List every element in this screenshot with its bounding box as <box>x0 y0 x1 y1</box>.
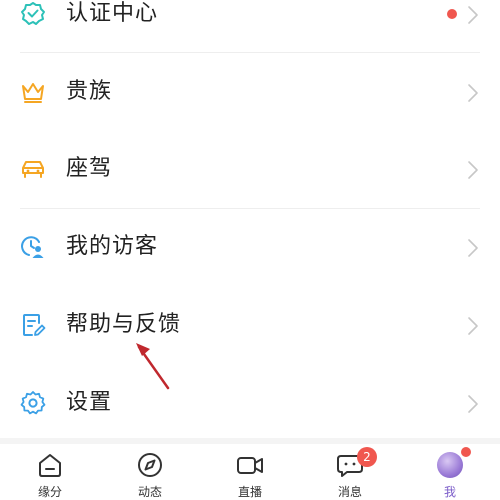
feedback-edit-icon <box>23 314 46 336</box>
menu-item-nobility[interactable]: 贵族 <box>0 54 500 132</box>
verified-badge-icon <box>21 2 45 25</box>
unread-badge: 2 <box>357 447 377 467</box>
tab-label: 缘分 <box>37 485 62 499</box>
tab-zhibo[interactable]: 直播 <box>200 444 300 500</box>
gear-icon <box>20 391 46 415</box>
menu-item-settings[interactable]: 设置 <box>0 365 500 443</box>
crown-icon <box>22 83 44 103</box>
notification-dot <box>461 447 471 457</box>
menu-item-label: 我的访客 <box>66 234 159 259</box>
chevron-right-icon <box>468 395 478 413</box>
tab-dongtai[interactable]: 动态 <box>100 444 200 500</box>
chevron-right-icon <box>468 84 478 102</box>
home-icon <box>39 454 61 477</box>
tab-label: 直播 <box>237 485 262 499</box>
menu-item-label: 贵族 <box>66 79 113 104</box>
tab-xiaoxi[interactable]: 2 消息 <box>300 444 400 500</box>
chevron-right-icon <box>468 317 478 335</box>
video-camera-icon <box>237 457 263 474</box>
menu-item-label: 认证中心 <box>66 1 159 26</box>
menu-item-label: 帮助与反馈 <box>66 312 182 337</box>
divider <box>20 52 480 53</box>
tab-label: 我 <box>443 485 456 499</box>
tab-label: 动态 <box>137 485 162 499</box>
menu-item-vehicle[interactable]: 座驾 <box>0 131 500 209</box>
tab-label: 消息 <box>337 485 362 499</box>
tab-wo[interactable]: 我 <box>400 444 500 500</box>
tab-yuanfen[interactable]: 缘分 <box>0 444 100 500</box>
car-icon <box>22 161 44 178</box>
menu-item-label: 座驾 <box>66 156 113 181</box>
compass-icon <box>138 453 162 477</box>
bottom-tab-bar: 缘分 动态 直播 2 消息 我 <box>0 444 500 500</box>
chevron-right-icon <box>468 6 478 24</box>
menu-item-label: 设置 <box>66 390 113 415</box>
chevron-right-icon <box>468 239 478 257</box>
profile-menu: 认证中心 贵族 座驾 我的访客 帮助与反馈 设置 <box>0 0 500 442</box>
menu-item-help-feedback[interactable]: 帮助与反馈 <box>0 287 500 365</box>
chevron-right-icon <box>468 161 478 179</box>
visitor-clock-icon <box>21 236 44 258</box>
notification-dot <box>447 9 457 19</box>
avatar <box>437 452 463 478</box>
menu-item-certification-center[interactable]: 认证中心 <box>0 0 500 54</box>
menu-item-my-visitors[interactable]: 我的访客 <box>0 209 500 287</box>
